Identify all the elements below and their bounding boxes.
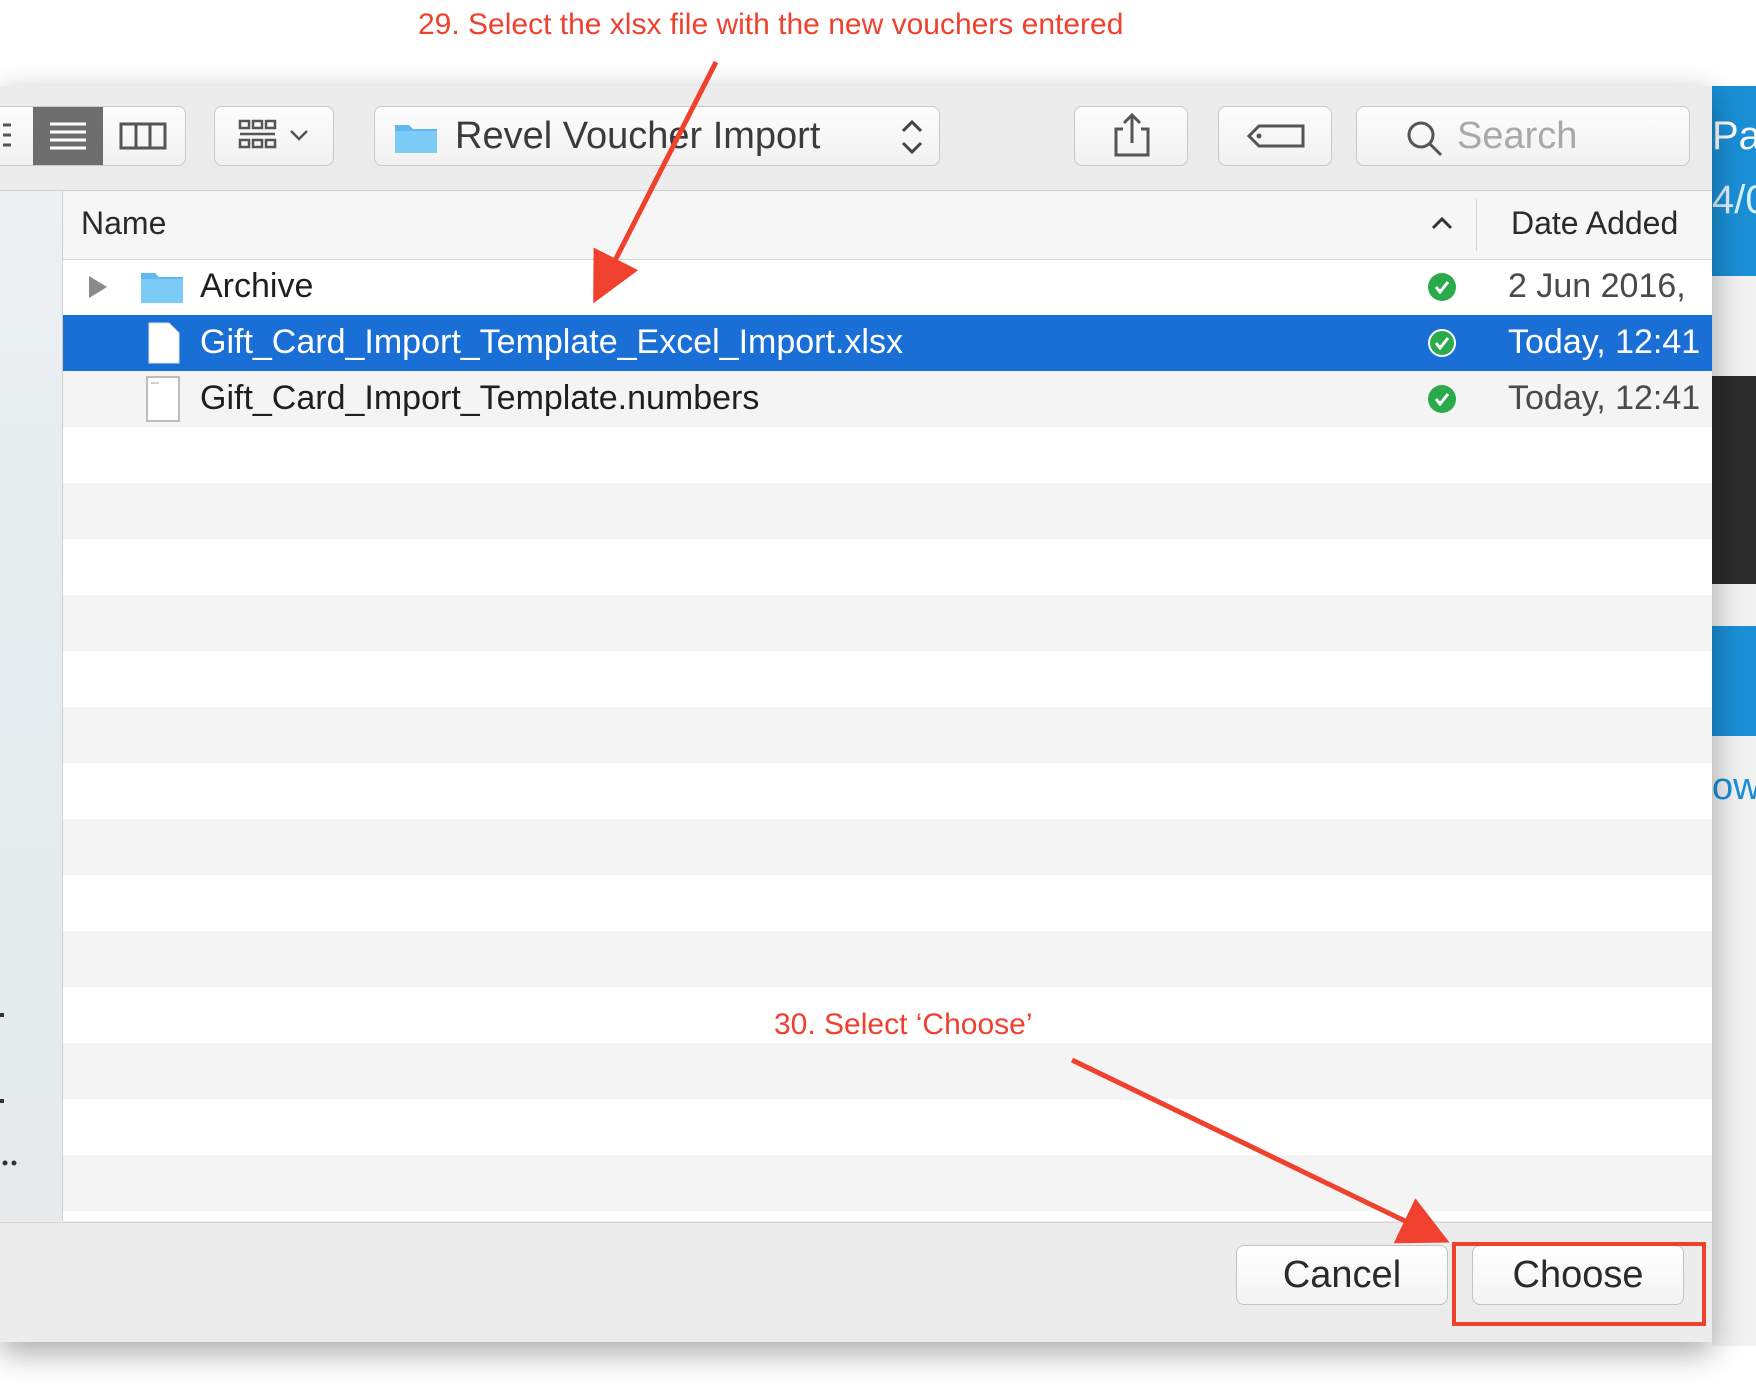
annotation-arrows bbox=[593, 60, 1450, 1244]
arrow-step-29 bbox=[593, 60, 719, 304]
arrow-step-30 bbox=[1070, 1057, 1450, 1244]
